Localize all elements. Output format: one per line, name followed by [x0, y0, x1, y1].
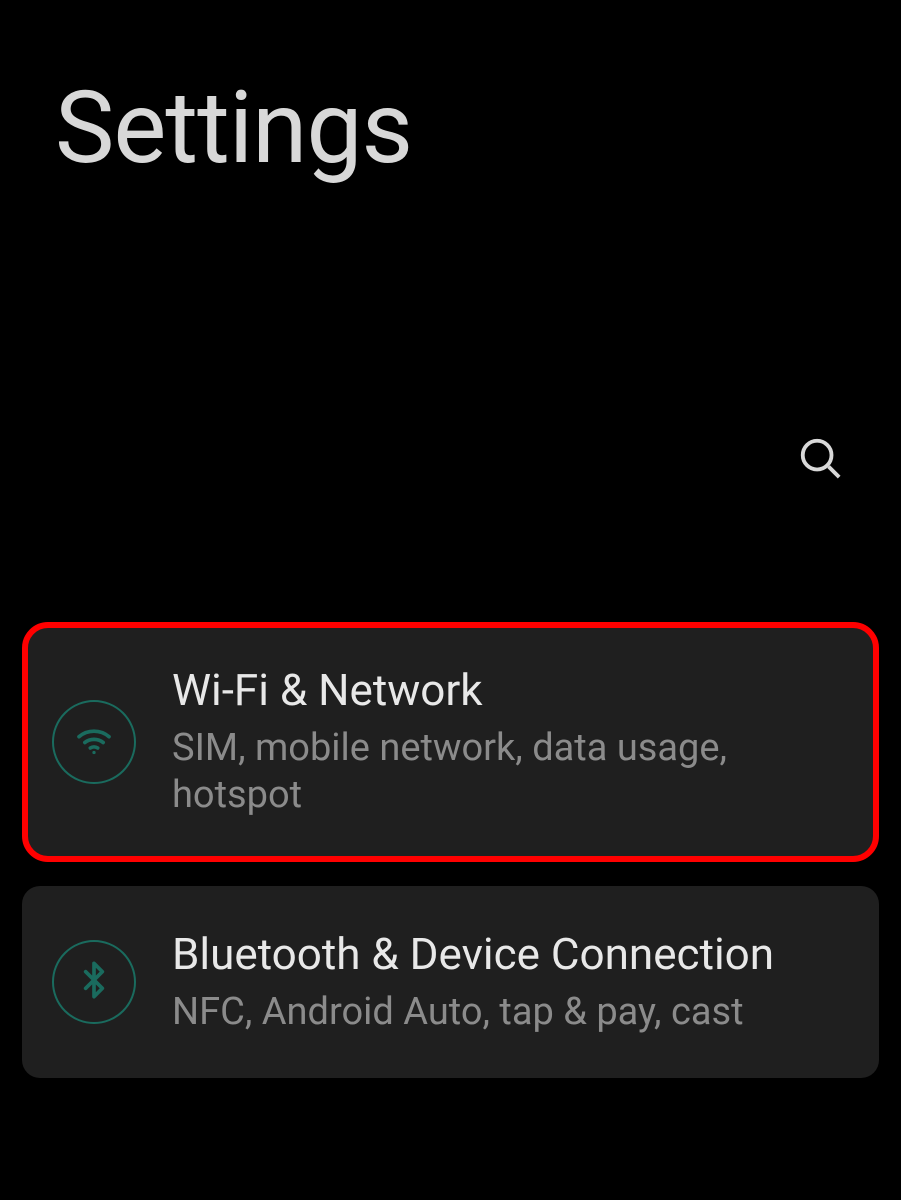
settings-item-wifi-network[interactable]: Wi-Fi & Network SIM, mobile network, dat… — [22, 622, 879, 862]
settings-item-bluetooth-device[interactable]: Bluetooth & Device Connection NFC, Andro… — [22, 886, 879, 1078]
item-title: Bluetooth & Device Connection — [172, 928, 774, 981]
item-subtitle: NFC, Android Auto, tap & pay, cast — [172, 989, 774, 1037]
bluetooth-icon — [74, 960, 114, 1004]
settings-list: Wi-Fi & Network SIM, mobile network, dat… — [0, 492, 901, 1078]
icon-container — [52, 700, 136, 784]
search-icon — [797, 469, 843, 484]
item-subtitle: SIM, mobile network, data usage, hotspot — [172, 725, 849, 820]
toolbar — [0, 187, 901, 492]
item-text: Wi-Fi & Network SIM, mobile network, dat… — [172, 664, 849, 820]
item-title: Wi-Fi & Network — [172, 664, 849, 717]
page-title: Settings — [0, 0, 901, 187]
search-button[interactable] — [789, 427, 851, 492]
wifi-icon — [74, 720, 114, 764]
icon-container — [52, 940, 136, 1024]
item-text: Bluetooth & Device Connection NFC, Andro… — [172, 928, 774, 1036]
